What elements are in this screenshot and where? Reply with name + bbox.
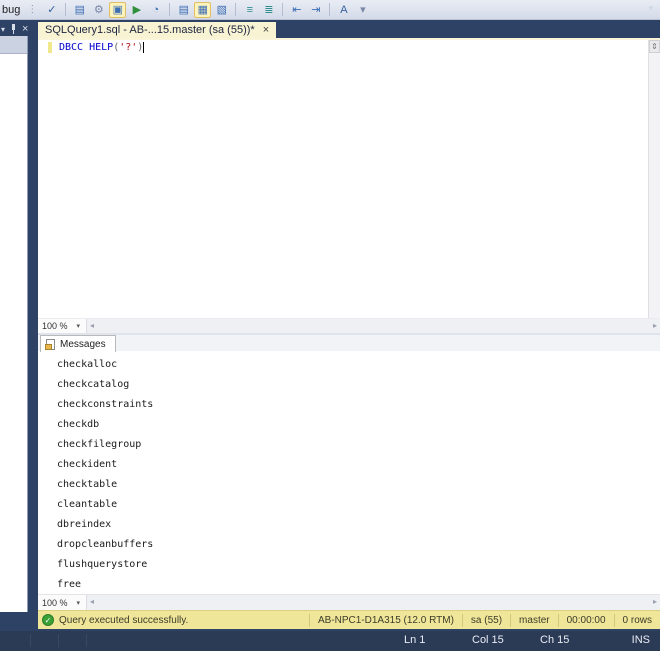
message-line: checkalloc — [57, 359, 118, 370]
toolbar-grip-icon: ⋮ — [27, 4, 38, 15]
panel-close-icon[interactable]: × — [22, 24, 28, 35]
code-line-1: DBCC HELP('?') — [59, 42, 145, 53]
zoom-value: 100 % — [42, 321, 68, 331]
scroll-left-icon[interactable]: ◂ — [90, 597, 94, 606]
toolbar-separator — [65, 3, 67, 16]
sql-keyword: DBCC HELP — [59, 42, 114, 53]
message-line: checkconstraints — [57, 399, 154, 410]
scroll-right-icon[interactable]: ▸ — [653, 321, 657, 330]
status-message-group: ✓ Query executed successfully. — [38, 614, 188, 626]
connection-info-group: AB-NPC1-D1A315 (12.0 RTM) sa (55) master… — [308, 611, 660, 629]
chevron-down-icon: ▾ — [76, 323, 81, 330]
column-indicator: Col 15 — [472, 634, 504, 646]
character-indicator: Ch 15 — [540, 634, 570, 646]
text-cursor — [143, 42, 145, 53]
query-status-bar: ✓ Query executed successfully. AB-NPC1-D… — [38, 610, 660, 629]
toolbar-separator — [235, 3, 237, 16]
messages-zoom-selector[interactable]: 100 % ▾ — [38, 595, 87, 610]
message-line: flushquerystore — [57, 559, 148, 570]
message-line: dropcleanbuffers — [57, 539, 154, 550]
scroll-left-icon[interactable]: ◂ — [90, 321, 94, 330]
query-options-icon[interactable]: ⚙ — [90, 2, 107, 18]
message-line: dbreindex — [57, 519, 112, 530]
chevron-down-icon: ▾ — [76, 599, 81, 607]
status-separator — [58, 634, 59, 647]
document-tab-strip: SQLQuery1.sql - AB-...15.master (sa (55)… — [38, 22, 660, 38]
decrease-indent-icon[interactable]: ⇤ — [288, 2, 305, 18]
parse-icon[interactable]: ✓ — [43, 2, 60, 18]
messages-output[interactable]: checkalloc checkcatalog checkconstraints… — [38, 352, 660, 594]
close-icon[interactable]: × — [263, 24, 269, 36]
message-line: checkfilegroup — [57, 439, 142, 450]
tab-messages[interactable]: Messages — [40, 335, 116, 352]
left-panel-header: ▾ × — [1, 23, 37, 35]
message-line: checkdb — [57, 419, 100, 430]
row-count: 0 rows — [613, 613, 660, 627]
line-indicator: Ln 1 — [404, 634, 426, 646]
toolbar-separator — [169, 3, 171, 16]
editor-zoom-row: 100 % ▾ ◂ ▸ — [38, 318, 660, 333]
results-to-text-icon[interactable]: ▤ — [175, 2, 192, 18]
message-line: free — [57, 579, 82, 590]
results-tab-row: Messages — [38, 335, 660, 352]
success-check-icon: ✓ — [42, 614, 54, 626]
editor-zoom-selector[interactable]: 100 % ▾ — [38, 319, 87, 333]
tab-sqlquery1[interactable]: SQLQuery1.sql - AB-...15.master (sa (55)… — [38, 22, 277, 38]
sql-editor-toolbar: bug ⋮ ✓ ▤ ⚙ ▣ ▶ ◔ ▤ ▦ ▧ ≡ ≣ ⇤ ⇥ A ▾ — [0, 0, 660, 20]
results-pane: Messages checkalloc checkcatalog checkco… — [38, 335, 660, 610]
zoom-value: 100 % — [42, 597, 68, 608]
elapsed-time: 00:00:00 — [557, 613, 614, 627]
increase-indent-icon[interactable]: ⇥ — [307, 2, 324, 18]
left-docked-panel — [0, 36, 28, 612]
server-name: AB-NPC1-D1A315 (12.0 RTM) — [308, 613, 462, 627]
template-parameters-icon[interactable]: A — [335, 2, 352, 18]
message-line: cleantable — [57, 499, 118, 510]
editor-horizontal-scrollbar[interactable]: ◂ ▸ — [86, 319, 660, 333]
toolbar-separator — [329, 3, 331, 16]
toolbar-separator — [282, 3, 284, 16]
status-separator — [30, 634, 31, 647]
insert-mode-indicator: INS — [631, 634, 650, 646]
message-line: checktable — [57, 479, 118, 490]
actual-execution-plan-icon[interactable]: ▶ — [128, 2, 145, 18]
message-line: checkcatalog — [57, 379, 130, 390]
status-message: Query executed successfully. — [59, 614, 189, 626]
results-to-grid-icon[interactable]: ▦ — [194, 1, 212, 18]
ssms-window: bug ⋮ ✓ ▤ ⚙ ▣ ▶ ◔ ▤ ▦ ▧ ≡ ≣ ⇤ ⇥ A ▾ ▾ × … — [0, 0, 660, 651]
tab-list-chevron-icon[interactable]: ▾ — [648, 3, 653, 14]
window-position-chevron-icon[interactable]: ▾ — [1, 25, 5, 34]
messages-zoom-row: 100 % ▾ ◂ ▸ — [38, 594, 660, 610]
modified-line-indicator — [48, 42, 52, 53]
database-name: master — [510, 613, 558, 627]
message-line: checkident — [57, 459, 118, 470]
uncomment-icon[interactable]: ≣ — [260, 2, 277, 18]
client-statistics-icon[interactable]: ◔ — [147, 2, 164, 18]
intellisense-enabled-icon[interactable]: ▣ — [109, 1, 127, 18]
login-name: sa (55) — [461, 613, 510, 627]
pushpin-icon[interactable] — [10, 23, 17, 35]
status-separator — [86, 634, 87, 647]
toolbar-overflow-icon[interactable]: ▾ — [354, 2, 371, 18]
messages-icon — [45, 338, 55, 350]
sql-string: '?' — [119, 42, 138, 53]
tab-title: SQLQuery1.sql - AB-...15.master (sa (55)… — [45, 24, 255, 36]
estimated-execution-plan-icon[interactable]: ▤ — [71, 2, 88, 18]
application-status-bar: Ln 1 Col 15 Ch 15 INS — [0, 631, 660, 651]
messages-horizontal-scrollbar[interactable]: ◂ ▸ — [86, 595, 660, 610]
debug-menu-label[interactable]: bug — [2, 4, 20, 16]
results-to-file-icon[interactable]: ▧ — [213, 2, 230, 18]
editor-splitter-handle[interactable]: ⇕ — [649, 40, 660, 53]
messages-tab-label: Messages — [60, 338, 106, 350]
left-panel-toolbar — [0, 36, 27, 54]
editor-vertical-scrollbar[interactable]: ⇕ — [648, 40, 660, 318]
comment-out-icon[interactable]: ≡ — [241, 2, 258, 18]
scroll-right-icon[interactable]: ▸ — [653, 597, 657, 606]
query-editor[interactable]: DBCC HELP('?') — [38, 40, 648, 318]
